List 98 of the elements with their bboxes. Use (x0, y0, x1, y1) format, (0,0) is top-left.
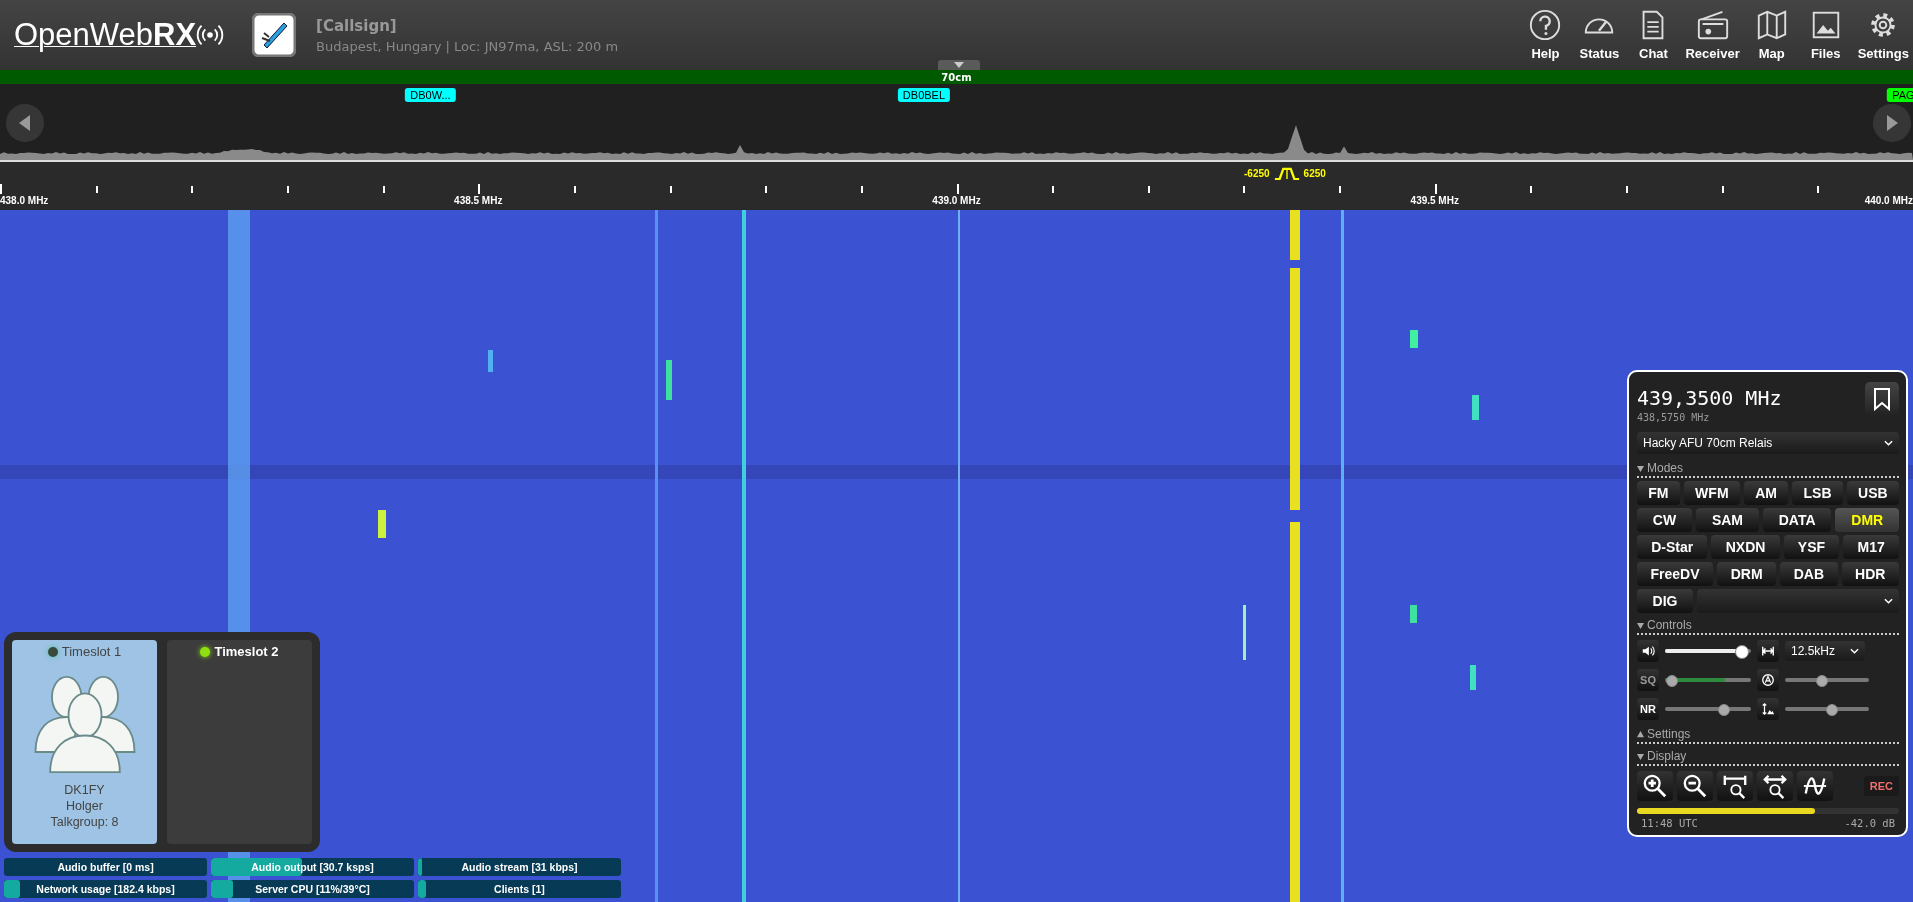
frequency-label: 438.0 MHz (0, 195, 49, 206)
mode-button[interactable]: DAB (1780, 562, 1838, 586)
squelch-button[interactable]: SQ (1637, 669, 1659, 691)
collapse-tab[interactable] (938, 60, 980, 70)
slider-thumb[interactable] (1816, 675, 1829, 687)
gain-slider[interactable] (1785, 702, 1869, 716)
signal-burst (488, 350, 493, 372)
chevron-down-icon[interactable] (1884, 598, 1893, 604)
radio-icon[interactable] (1695, 8, 1730, 42)
help-button[interactable]: Help (1519, 8, 1572, 61)
receiver-button[interactable]: Receiver (1681, 8, 1744, 61)
status-dot-icon (200, 646, 211, 657)
signal-burst (378, 510, 386, 538)
mode-button[interactable]: CW (1637, 508, 1693, 532)
bookmark-button[interactable] (1865, 382, 1899, 416)
noise-reduction-button[interactable]: NR (1637, 698, 1659, 720)
status-label: Network usage [182.4 kbps] (36, 883, 175, 895)
slider-thumb[interactable] (1825, 704, 1838, 716)
band-label: 70cm (941, 71, 972, 83)
logo[interactable]: OpenWebRX (14, 17, 197, 53)
section-header[interactable]: Display (1637, 747, 1899, 766)
frequency-label: 439.5 MHz (1410, 195, 1459, 206)
files-button[interactable]: Files (1799, 8, 1852, 61)
triangle-icon[interactable] (1637, 752, 1644, 760)
triangle-icon[interactable] (1637, 464, 1644, 472)
chevron-down-icon[interactable] (1850, 648, 1859, 654)
mode-button[interactable]: AM (1743, 481, 1789, 505)
frequency-label: 438.5 MHz (454, 195, 503, 206)
passband-high-label: 6250 (1303, 168, 1326, 179)
status-label: Clients [1] (494, 883, 545, 895)
bookmark-tag[interactable]: DB0BEL (897, 88, 951, 102)
squelch-slider[interactable] (1665, 673, 1751, 687)
triangle-icon[interactable] (1637, 621, 1644, 629)
mode-button[interactable]: SAM (1696, 508, 1759, 532)
slider-thumb[interactable] (1666, 675, 1678, 687)
mode-button[interactable]: YSF (1783, 535, 1840, 559)
triangle-icon[interactable] (1637, 730, 1644, 738)
scroll-left-button[interactable] (6, 104, 44, 142)
status-button[interactable]: Status (1573, 8, 1626, 61)
mode-button[interactable]: FreeDV (1637, 562, 1714, 586)
signal-level-label: -42.0 dB (1844, 817, 1895, 829)
mode-button[interactable]: LSB (1792, 481, 1843, 505)
slider-thumb[interactable] (1735, 645, 1750, 659)
signal-burst (1472, 395, 1479, 420)
section-header[interactable]: Modes (1637, 459, 1899, 478)
mode-button[interactable]: DATA (1762, 508, 1832, 532)
mode-button[interactable]: NXDN (1711, 535, 1780, 559)
status-label: Audio stream [31 kbps] (461, 861, 578, 873)
offset-frequency: 438,5750 MHz (1637, 412, 1711, 423)
mode-button[interactable]: DIG (1637, 589, 1693, 613)
signal-burst (1243, 605, 1246, 660)
frequency-label: 440.0 MHz (1864, 195, 1913, 206)
passband-icon[interactable] (1272, 167, 1301, 180)
chat-button[interactable]: Chat (1627, 8, 1680, 61)
section-header[interactable]: Settings (1637, 725, 1899, 744)
bookmark-dropdown[interactable]: Hacky AFU 70cm Relais (1637, 432, 1899, 454)
map-button[interactable]: Map (1745, 8, 1798, 61)
frequency-label: 439.0 MHz (932, 195, 981, 206)
settings-button[interactable]: Settings (1853, 8, 1913, 61)
receiver-callsign: [Callsign] (316, 16, 398, 35)
signal-burst (1470, 665, 1476, 690)
agc-slider[interactable] (1785, 673, 1869, 687)
timeslot-label: Timeslot 1 (61, 644, 122, 659)
timeslot-label: Timeslot 2 (214, 644, 279, 659)
mode-button[interactable]: DRM (1717, 562, 1777, 586)
mode-button[interactable]: M17 (1843, 535, 1900, 559)
clock-label: 11:48 UTC (1641, 817, 1698, 829)
bandwidth-dropdown[interactable]: 12.5kHz (1785, 641, 1865, 661)
bookmark-tag[interactable]: DB0W... (405, 88, 456, 102)
mode-button[interactable]: D-Star (1637, 535, 1708, 559)
user-callsign: DK1FY (64, 782, 105, 798)
mode-button[interactable]: FM (1637, 481, 1680, 505)
frequency-display[interactable]: 439,3500 MHz (1637, 386, 1782, 410)
record-button[interactable]: REC (1863, 776, 1899, 796)
chevron-down-icon[interactable] (1884, 440, 1893, 446)
status-label: Audio output [30.7 ksps] (251, 861, 374, 873)
passband-low-label: -6250 (1244, 168, 1270, 179)
section-header[interactable]: Controls (1637, 616, 1899, 635)
signal-burst (1410, 330, 1418, 348)
mode-button[interactable]: DMR (1835, 508, 1900, 532)
status-label: Server CPU [11%/39°C] (255, 883, 370, 895)
status-dot-icon (47, 646, 58, 657)
noise-reduction-slider[interactable] (1665, 702, 1751, 716)
user-name: Holger (66, 798, 103, 814)
mode-button[interactable]: USB (1846, 481, 1899, 505)
volume-slider[interactable] (1665, 644, 1751, 658)
signal-burst (1410, 605, 1417, 623)
help-icon[interactable] (1528, 8, 1563, 42)
mode-button[interactable]: WFM (1683, 481, 1740, 505)
receiver-location: Budapest, Hungary | Loc: JN97ma, ASL: 200 m (316, 38, 619, 54)
bookmark-tag[interactable]: PAG (1887, 88, 1913, 102)
caret-icon[interactable] (954, 62, 964, 68)
slider-thumb[interactable] (1717, 704, 1730, 716)
bookmark-icon[interactable] (1872, 387, 1892, 411)
mode-button[interactable]: HDR (1841, 562, 1899, 586)
signal-burst (666, 360, 672, 400)
scroll-right-button[interactable] (1873, 104, 1911, 142)
talkgroup-label: Talkgroup: 8 (50, 814, 119, 830)
